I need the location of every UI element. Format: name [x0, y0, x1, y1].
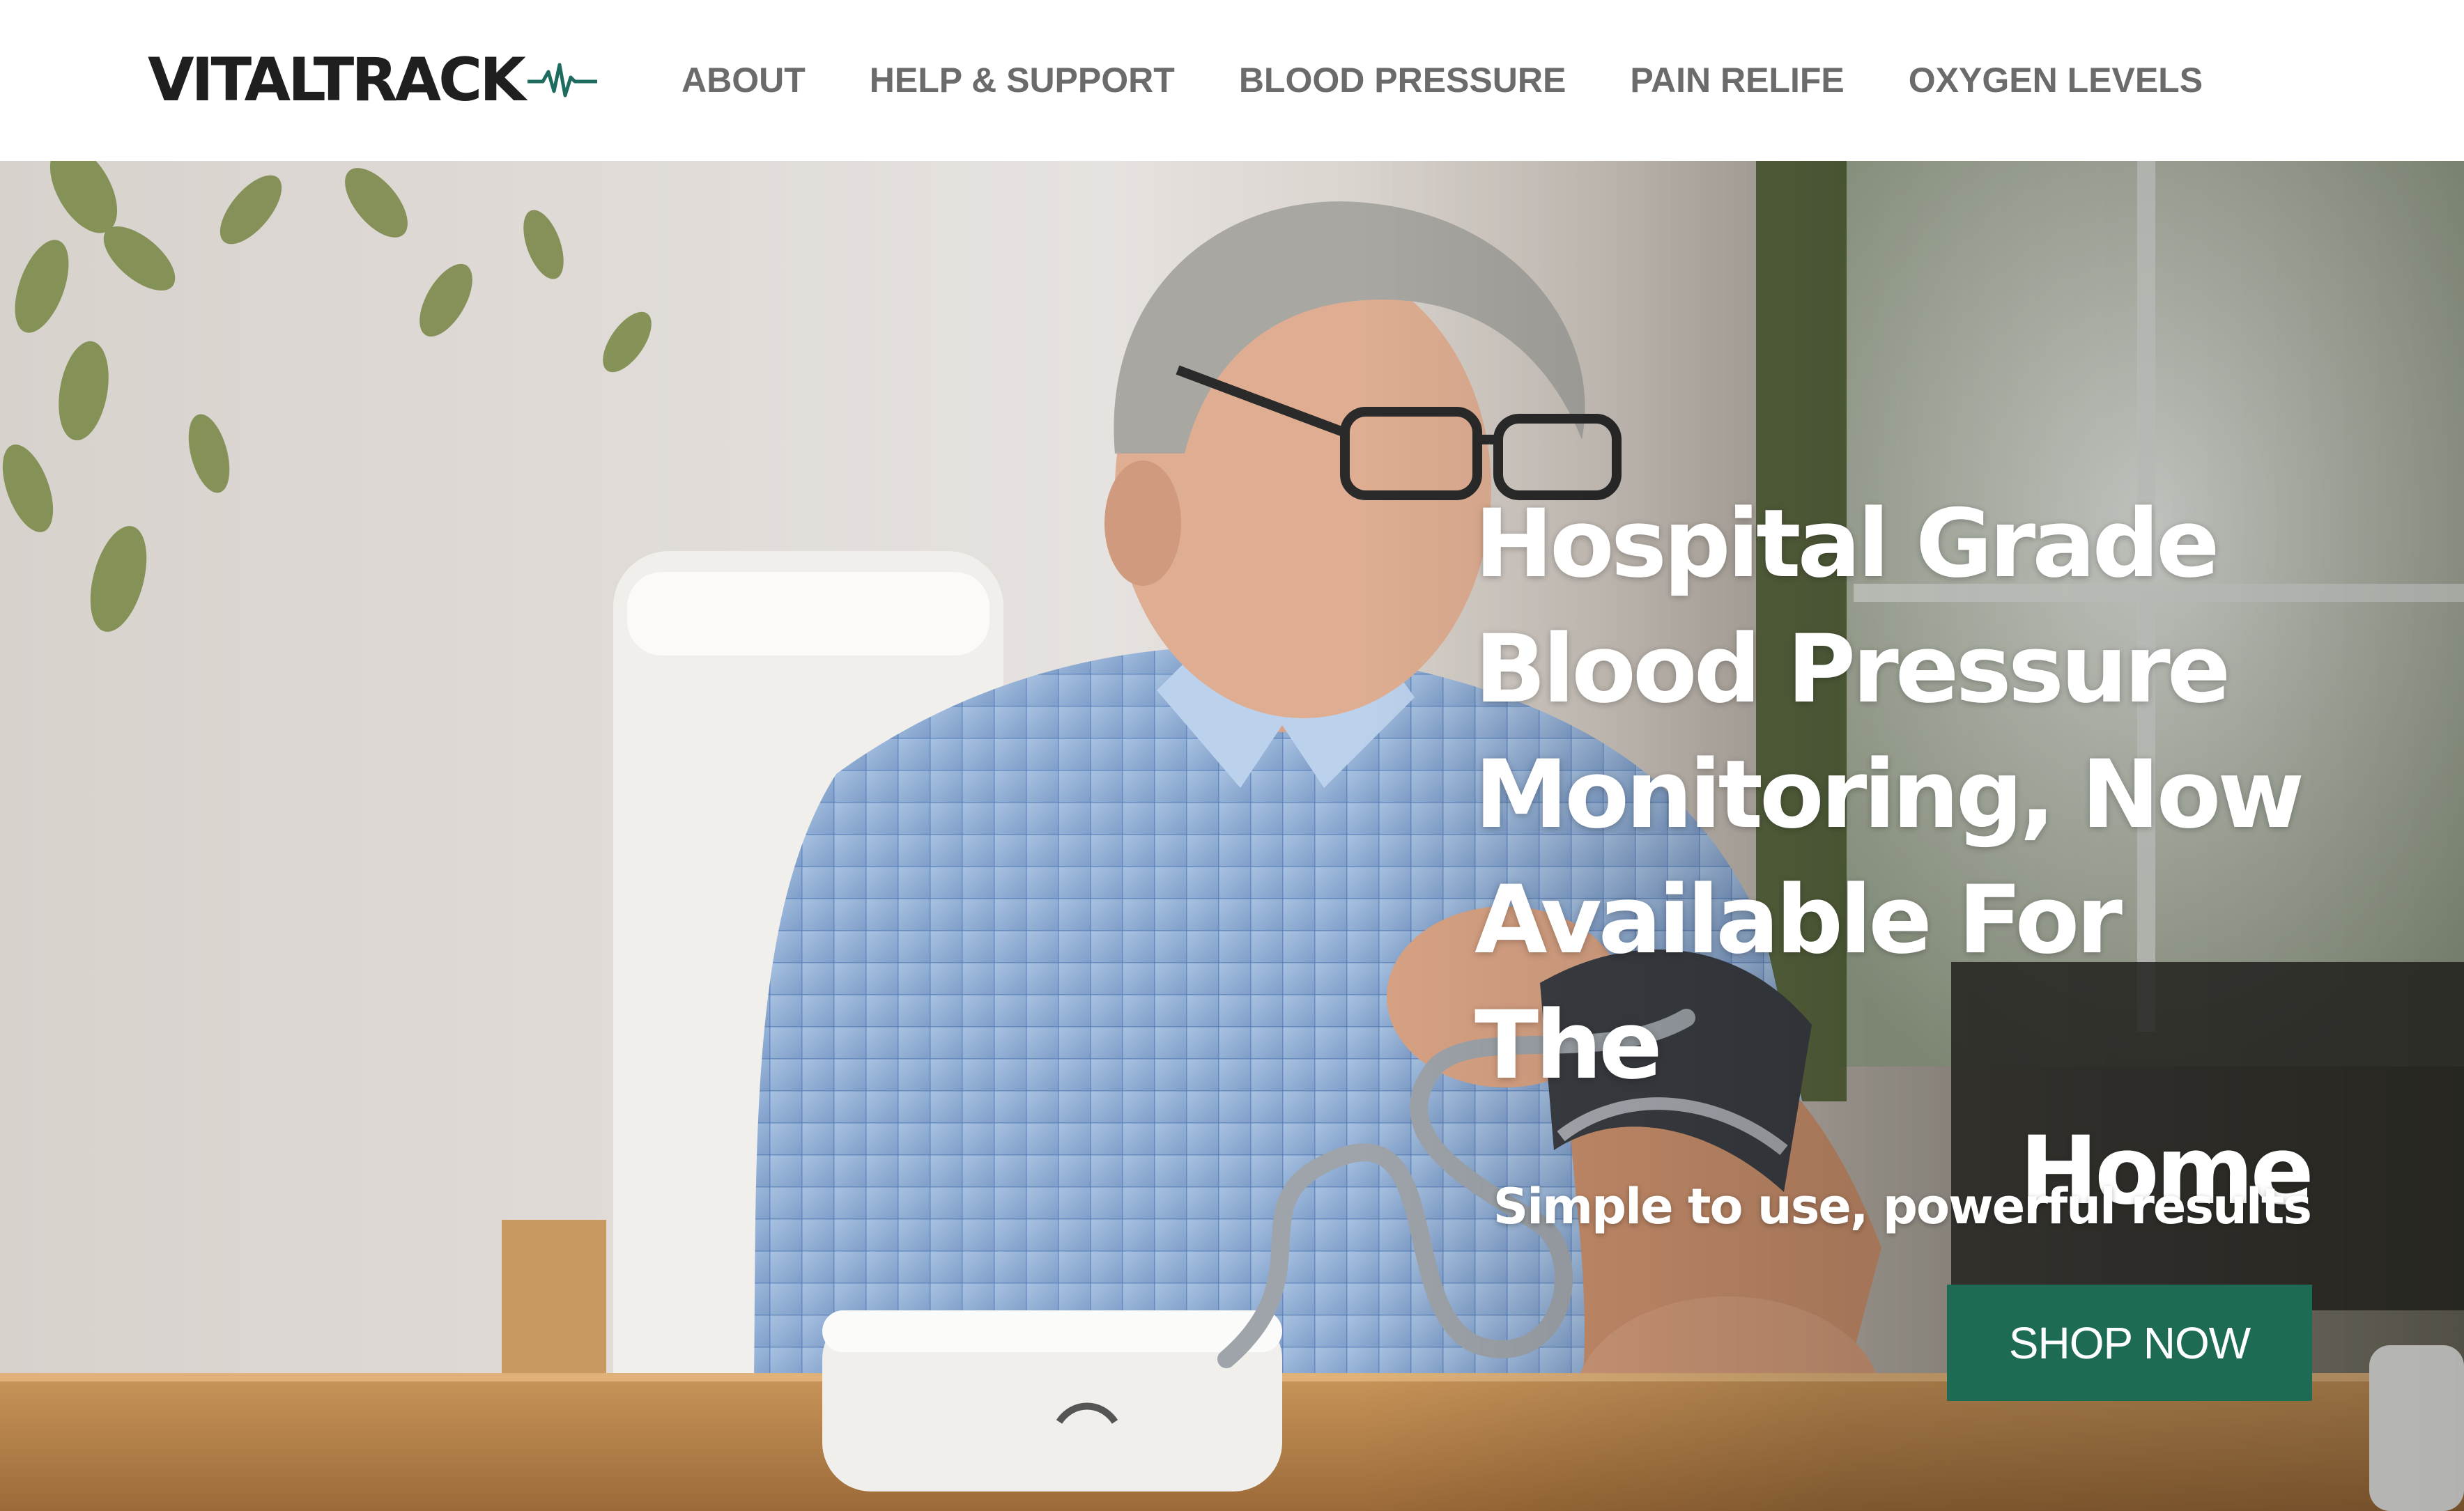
nav-item-blood-pressure[interactable]: BLOOD PRESSURE	[1239, 60, 1566, 100]
hero-headline-line: Monitoring, Now	[1474, 740, 2304, 849]
hero-banner: Hospital Grade Blood Pressure Monitoring…	[0, 161, 2464, 1511]
nav-item-oxygen-levels[interactable]: OXYGEN LEVELS	[1909, 60, 2203, 100]
heartbeat-pulse-icon	[527, 63, 597, 98]
site-header: VITALTRACK ABOUT HELP & SUPPORT BLOOD PR…	[0, 0, 2464, 161]
nav-item-help-support[interactable]: HELP & SUPPORT	[870, 60, 1175, 100]
nav-item-pain-relief[interactable]: PAIN RELIFE	[1630, 60, 1844, 100]
brand-name: VITALTRACK	[148, 45, 526, 115]
hero-headline-line: Hospital Grade	[1474, 489, 2220, 598]
hero-subtitle: Simple to use, powerful results	[1493, 1178, 2312, 1235]
hero-headline: Hospital Grade Blood Pressure Monitoring…	[1474, 481, 2314, 1234]
main-nav: ABOUT HELP & SUPPORT BLOOD PRESSURE PAIN…	[682, 56, 2203, 104]
hero-headline-line: Blood Pressure	[1474, 614, 2231, 724]
brand-logo[interactable]: VITALTRACK	[148, 49, 597, 111]
shop-now-button[interactable]: SHOP NOW	[1947, 1285, 2312, 1401]
nav-item-about[interactable]: ABOUT	[682, 60, 806, 100]
hero-headline-line: Available For The	[1474, 865, 2123, 1100]
